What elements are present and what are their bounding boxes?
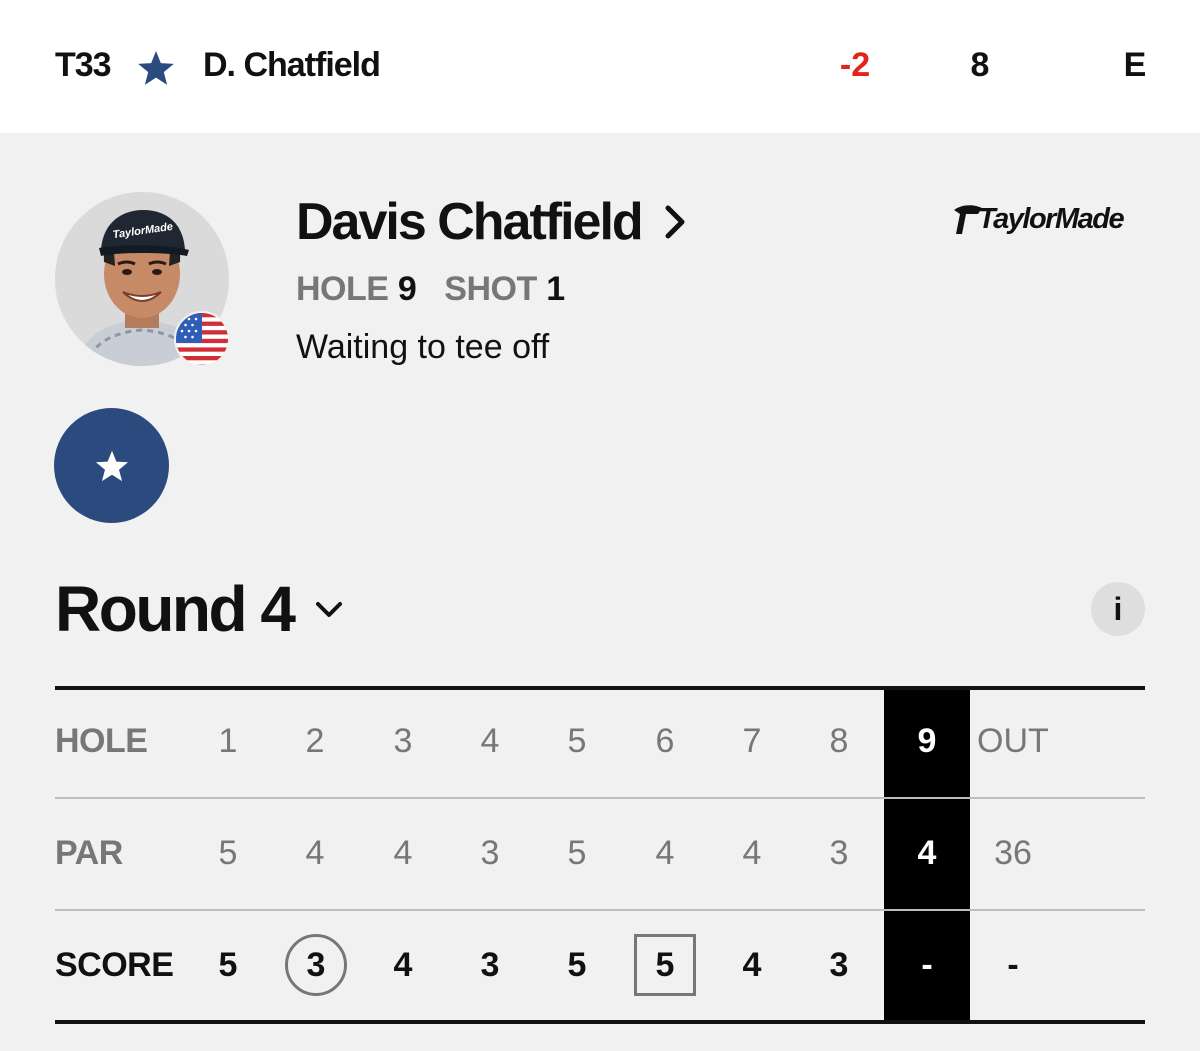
usa-flag-icon	[174, 311, 230, 367]
score-value: 4	[742, 946, 762, 984]
hole-number: 1	[218, 722, 238, 760]
hole-number: 5	[567, 722, 587, 760]
divider	[55, 797, 1145, 799]
hole-value: 9	[397, 270, 417, 308]
shot-label: SHOT	[444, 270, 537, 308]
leaderboard-row[interactable]: T33 D. Chatfield -2 8 E	[0, 0, 1200, 133]
scorecard-table: HOLE 1 2 3 4 5 6 7 8 9 OUT PAR 5 4 4 3 5…	[55, 686, 1145, 1024]
score-value: 5	[655, 946, 675, 984]
today-score: E	[1123, 46, 1147, 84]
par-row-label: PAR	[55, 834, 123, 872]
sponsor-logo-text: TaylorMade	[978, 203, 1125, 235]
chevron-right-icon[interactable]	[662, 202, 688, 242]
star-icon[interactable]	[136, 48, 176, 88]
par-value: 4	[393, 834, 413, 872]
hole-row-label: HOLE	[55, 722, 148, 760]
par-value: 4	[742, 834, 762, 872]
out-label: OUT	[977, 722, 1049, 760]
score-value: 4	[393, 946, 413, 984]
par-value: 4	[305, 834, 325, 872]
total-score: -2	[839, 46, 871, 84]
par-value: 5	[567, 834, 587, 872]
hole-shot-info: HOLE 9 SHOT 1	[296, 270, 583, 309]
par-value: 3	[829, 834, 849, 872]
score-value: 3	[306, 946, 326, 984]
hole-label: HOLE	[296, 270, 389, 308]
score-row-label: SCORE	[55, 946, 174, 984]
par-value-current: 4	[917, 834, 937, 872]
divider	[55, 686, 1145, 690]
shot-value: 1	[546, 270, 566, 308]
score-value-current: -	[921, 946, 933, 984]
favorite-button[interactable]	[54, 408, 169, 523]
info-button[interactable]: i	[1091, 582, 1145, 636]
par-value: 5	[218, 834, 238, 872]
position: T33	[55, 46, 112, 84]
player-short-name: D. Chatfield	[203, 46, 381, 84]
round-selector[interactable]: Round 4	[55, 572, 296, 646]
player-status: Waiting to tee off	[296, 328, 550, 366]
hole-number: 8	[829, 722, 849, 760]
score-value: 5	[567, 946, 587, 984]
divider	[55, 1020, 1145, 1024]
hole-number: 6	[655, 722, 675, 760]
out-par: 36	[994, 834, 1032, 872]
score-value: 3	[480, 946, 500, 984]
chevron-down-icon[interactable]	[313, 597, 345, 621]
par-value: 3	[480, 834, 500, 872]
hole-number: 2	[305, 722, 325, 760]
par-value: 4	[655, 834, 675, 872]
hole-number: 7	[742, 722, 762, 760]
score-value: 5	[218, 946, 238, 984]
score-value: 3	[829, 946, 849, 984]
divider	[55, 909, 1145, 911]
star-icon	[95, 450, 128, 481]
hole-number: 4	[480, 722, 500, 760]
out-score: -	[1007, 946, 1019, 984]
hole-number-current: 9	[917, 722, 937, 760]
thru: 8	[970, 46, 990, 84]
player-name-link[interactable]: Davis Chatfield	[296, 192, 644, 252]
hole-number: 3	[393, 722, 413, 760]
